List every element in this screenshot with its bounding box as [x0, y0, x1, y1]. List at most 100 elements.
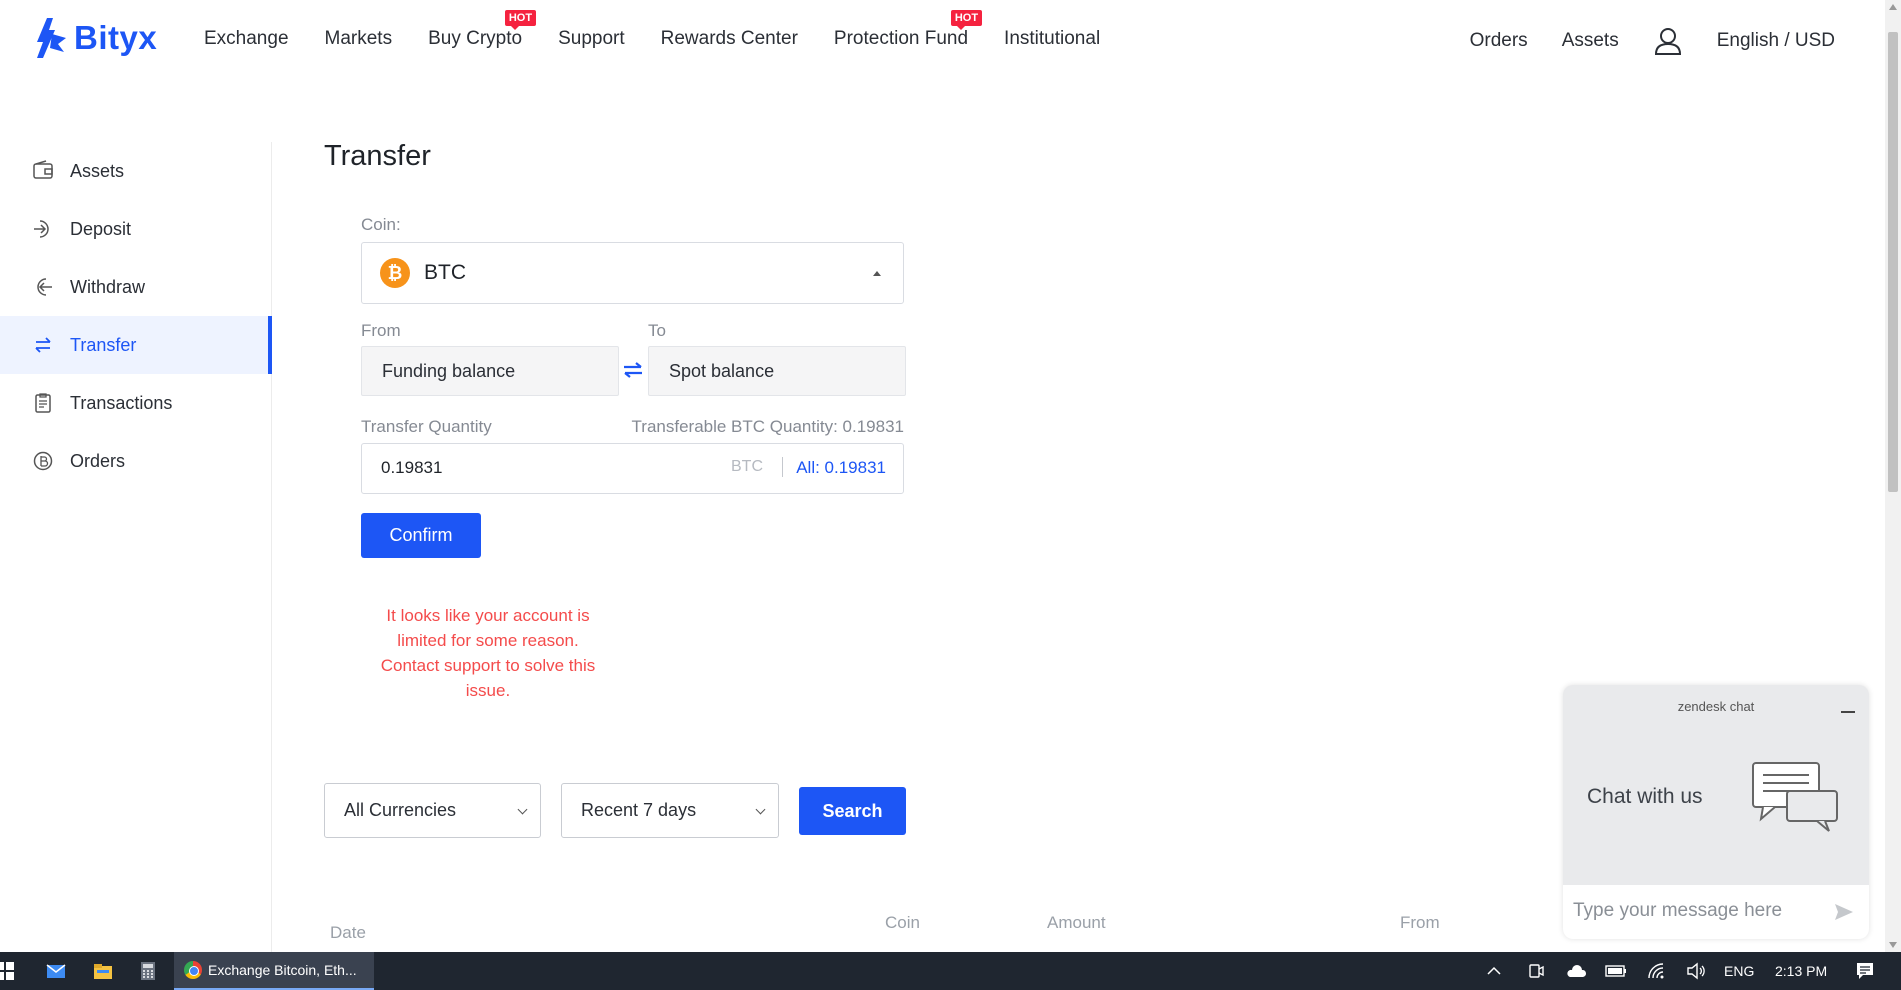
column-header-from: From	[1400, 913, 1440, 932]
search-button[interactable]: Search	[799, 787, 906, 835]
period-filter-value: Recent 7 days	[581, 800, 697, 820]
file-explorer-icon[interactable]	[92, 960, 114, 982]
nav-institutional[interactable]: Institutional	[1004, 28, 1100, 50]
hot-badge: HOT	[950, 10, 983, 30]
caret-up-icon	[873, 271, 881, 276]
sidebar-item-label: Transfer	[70, 334, 137, 355]
nav-label: Protection Fund	[833, 28, 969, 49]
quantity-label: Transfer Quantity	[361, 417, 492, 436]
nav-rewards-center[interactable]: Rewards Center	[661, 28, 798, 50]
nav-label: Support	[558, 28, 625, 49]
coin-select[interactable]: ₿ BTC	[361, 242, 904, 304]
scrollbar-thumb[interactable]	[1888, 32, 1898, 492]
volume-icon[interactable]	[1686, 962, 1706, 980]
windows-start-icon[interactable]	[0, 960, 16, 982]
sidebar-item-transactions[interactable]: Transactions	[0, 374, 271, 432]
from-balance-value: Funding balance	[382, 360, 516, 381]
minimize-icon[interactable]	[1841, 711, 1855, 713]
quantity-field: BTC All: 0.19831	[361, 443, 904, 494]
chevron-down-icon	[517, 804, 528, 815]
to-balance-select[interactable]: Spot balance	[648, 346, 906, 396]
chat-provider-label: zendesk chat	[1677, 699, 1755, 714]
chrome-icon	[184, 961, 202, 979]
sidebar-item-assets[interactable]: Assets	[0, 142, 271, 200]
send-icon[interactable]	[1833, 901, 1855, 923]
clipboard-icon	[35, 393, 51, 413]
nav-markets[interactable]: Markets	[325, 28, 393, 50]
quantity-input[interactable]	[381, 458, 681, 478]
brand-name: Bityx	[74, 19, 158, 56]
nav-label: Markets	[324, 28, 393, 49]
sidebar-item-withdraw[interactable]: Withdraw	[0, 258, 271, 316]
confirm-button[interactable]: Confirm	[361, 513, 481, 558]
wifi-icon[interactable]	[1647, 962, 1667, 980]
period-filter-select[interactable]: Recent 7 days	[561, 783, 779, 838]
windows-taskbar: Exchange Bitcoin, Eth... ENG 2:13 PM	[0, 952, 1901, 990]
user-icon[interactable]	[1653, 26, 1683, 56]
currency-filter-select[interactable]: All Currencies	[324, 783, 541, 838]
input-language[interactable]: ENG	[1724, 963, 1754, 979]
all-quantity-button[interactable]: All: 0.19831	[796, 458, 886, 478]
taskbar-window-title: Exchange Bitcoin, Eth...	[208, 962, 357, 978]
sidebar-item-transfer[interactable]: Transfer	[0, 316, 272, 374]
from-balance-select[interactable]: Funding balance	[361, 346, 619, 396]
divider	[782, 457, 783, 477]
orders-icon	[33, 451, 53, 471]
taskbar-chrome-window[interactable]: Exchange Bitcoin, Eth...	[174, 952, 374, 990]
header-assets-link[interactable]: Assets	[1562, 30, 1619, 52]
swap-icon[interactable]	[621, 358, 645, 382]
transferable-quantity: Transferable BTC Quantity: 0.19831	[631, 417, 904, 436]
notifications-icon[interactable]	[1855, 961, 1875, 981]
bityx-logo[interactable]: Bityx	[34, 16, 157, 60]
currency-filter-value: All Currencies	[344, 800, 457, 820]
sidebar-item-label: Orders	[70, 450, 126, 471]
system-clock[interactable]: 2:13 PM	[1775, 963, 1827, 979]
meet-now-icon[interactable]	[1527, 962, 1545, 980]
header-orders-link[interactable]: Orders	[1470, 30, 1528, 52]
nav-label: Institutional	[1004, 28, 1101, 49]
page-scrollbar[interactable]	[1885, 0, 1901, 952]
chat-bubbles-icon	[1752, 762, 1838, 832]
scroll-up-icon[interactable]	[1889, 4, 1897, 10]
bityx-logo-icon	[37, 18, 66, 58]
nav-support[interactable]: Support	[558, 28, 625, 50]
browser-viewport: Bityx Exchange Markets Buy Crypto HOT Sup…	[0, 0, 1901, 952]
sidebar-item-label: Deposit	[70, 218, 132, 239]
nav-label: Exchange	[204, 28, 289, 49]
scroll-down-icon[interactable]	[1889, 942, 1897, 948]
bitcoin-icon: ₿	[380, 258, 410, 288]
sidebar-item-label: Withdraw	[70, 276, 146, 297]
page-title: Transfer	[324, 140, 431, 172]
onedrive-cloud-icon[interactable]	[1565, 962, 1587, 980]
transfer-icon	[35, 337, 51, 353]
column-header-date: Date	[330, 923, 366, 942]
nav-exchange[interactable]: Exchange	[204, 28, 289, 50]
nav-buy-crypto[interactable]: Buy Crypto HOT	[428, 10, 537, 50]
chat-message-input[interactable]	[1573, 900, 1813, 922]
column-header-amount: Amount	[1047, 913, 1106, 932]
locale-selector[interactable]: English / USD	[1717, 30, 1835, 52]
wallet-icon	[33, 160, 53, 179]
sidebar-item-deposit[interactable]: Deposit	[0, 200, 271, 258]
nav-protection-fund[interactable]: Protection Fund HOT	[833, 10, 983, 50]
nav-label: Buy Crypto	[428, 28, 523, 49]
mail-icon[interactable]	[45, 960, 67, 982]
coin-label: Coin:	[361, 215, 401, 234]
battery-icon[interactable]	[1605, 963, 1627, 979]
top-header: Bityx Exchange Markets Buy Crypto HOT Sup…	[0, 0, 1885, 80]
sidebar-item-label: Transactions	[70, 392, 173, 413]
quantity-unit: BTC	[731, 458, 763, 475]
zendesk-chat-widget: zendesk chat Chat with us	[1563, 685, 1869, 939]
calculator-icon[interactable]	[137, 960, 159, 982]
chevron-down-icon	[755, 804, 766, 815]
sidebar-item-label: Assets	[70, 160, 125, 181]
chat-input-area	[1563, 885, 1869, 939]
sidebar-item-orders[interactable]: Orders	[0, 432, 271, 490]
withdraw-icon	[37, 278, 52, 296]
header-actions: Orders Assets English / USD	[1470, 26, 1835, 56]
deposit-icon	[34, 220, 49, 238]
to-balance-value: Spot balance	[669, 360, 775, 381]
nav-label: Rewards Center	[660, 28, 798, 49]
coin-symbol: BTC	[424, 261, 466, 284]
chevron-up-icon[interactable]	[1486, 963, 1502, 979]
